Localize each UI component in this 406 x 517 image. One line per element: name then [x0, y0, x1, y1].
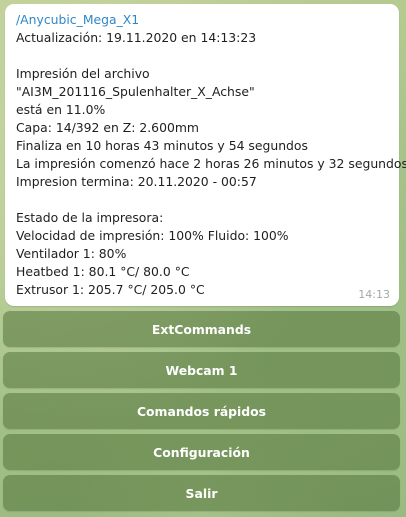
layer-text: Capa: 14/392 en Z: 2.600mm	[16, 120, 199, 135]
command-link[interactable]: /Anycubic_Mega_X1	[16, 11, 389, 29]
extcommands-button[interactable]: ExtCommands	[3, 311, 400, 347]
file-name: "AI3M_201116_Spulenhalter_X_Achse"	[16, 84, 255, 99]
update-timestamp: Actualización: 19.11.2020 en 14:13:23	[16, 30, 257, 45]
end-time: Impresion termina: 20.11.2020 - 00:57	[16, 174, 257, 189]
time-remaining: Finaliza en 10 horas 43 minutos y 54 seg…	[16, 138, 308, 153]
message-bubble: /Anycubic_Mega_X1 Actualización: 19.11.2…	[5, 4, 406, 306]
file-heading: Impresión del archivo	[16, 66, 150, 81]
heatbed-temp: Heatbed 1: 80.1 °C/ 80.0 °C	[16, 264, 190, 279]
exit-button[interactable]: Salir	[3, 475, 400, 511]
inline-keyboard: ExtCommands Webcam 1 Comandos rápidos Co…	[3, 311, 400, 516]
time-elapsed: La impresión comenzó hace 2 horas 26 min…	[16, 156, 406, 171]
quick-commands-button[interactable]: Comandos rápidos	[3, 393, 400, 429]
message-time: 14:13	[358, 288, 390, 301]
fan-speed: Ventilador 1: 80%	[16, 246, 127, 261]
extruder-temp: Extrusor 1: 205.7 °C/ 205.0 °C	[16, 282, 205, 297]
settings-button[interactable]: Configuración	[3, 434, 400, 470]
speed-flow: Velocidad de impresión: 100% Fluido: 100…	[16, 228, 289, 243]
status-heading: Estado de la impresora:	[16, 210, 164, 225]
webcam-button[interactable]: Webcam 1	[3, 352, 400, 388]
progress-text: está en 11.0%	[16, 102, 106, 117]
